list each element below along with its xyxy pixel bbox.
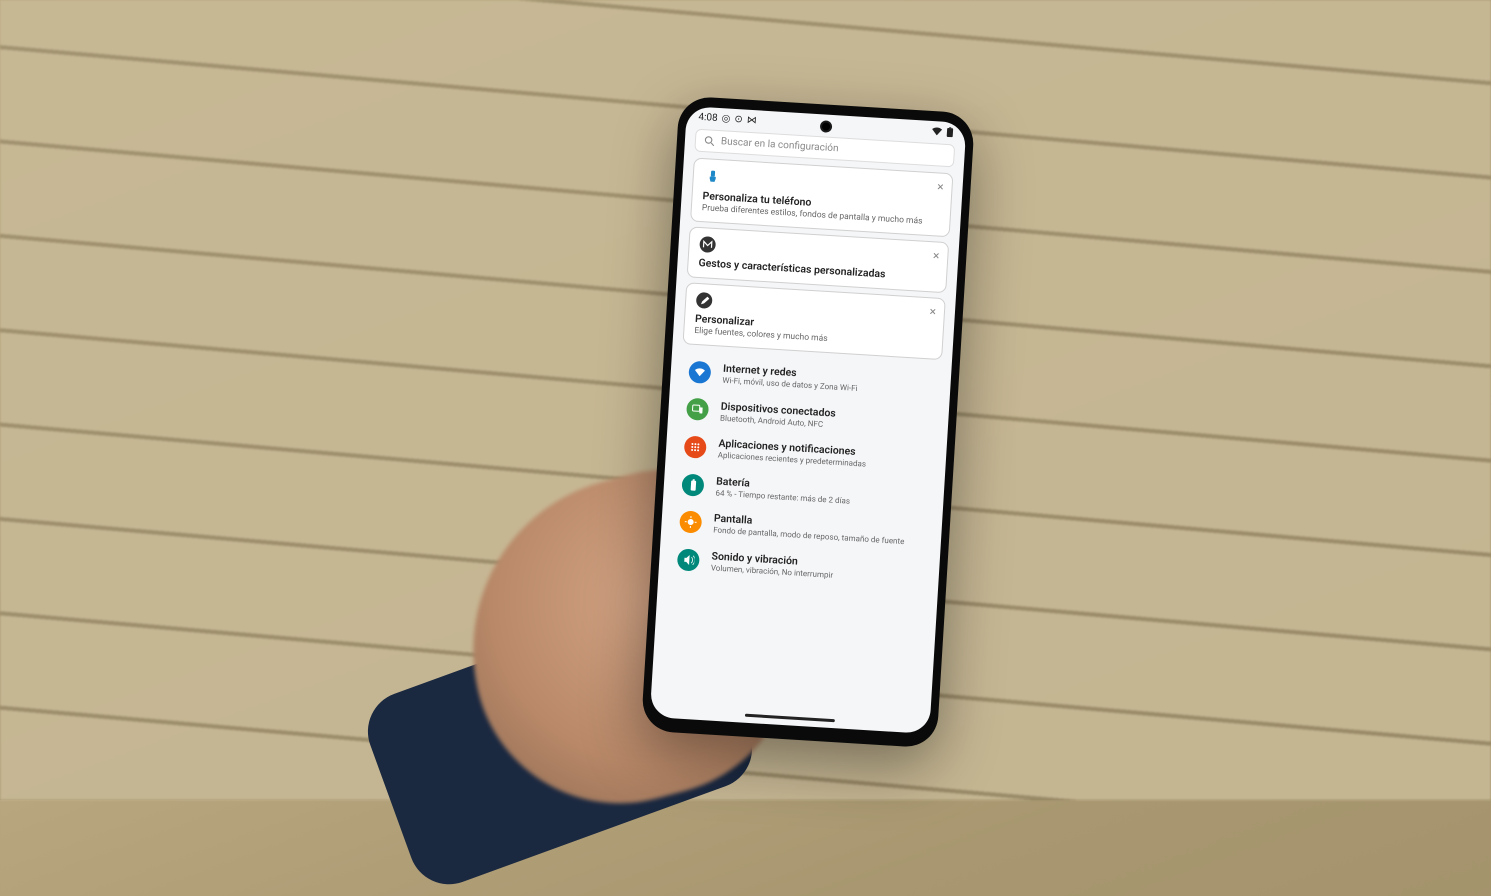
settings-list: Internet y redes Wi-Fi, móvil, uso de da… xyxy=(658,352,951,594)
status-time: 4:08 xyxy=(698,111,718,123)
promo-card-gestures[interactable]: × Gestos y características personalizada… xyxy=(687,226,950,293)
card-title: Gestos y características personalizadas xyxy=(698,256,936,284)
apps-icon xyxy=(684,435,707,458)
battery-icon xyxy=(681,473,704,496)
status-icon: ⋈ xyxy=(746,114,757,126)
moto-icon xyxy=(699,236,716,253)
wifi-icon xyxy=(688,360,711,383)
phone-screen: 4:08 ◎ ⊙ ⋈ Buscar en la configuración × xyxy=(650,106,967,734)
devices-icon xyxy=(686,398,709,421)
search-icon xyxy=(704,135,716,147)
wifi-icon xyxy=(932,127,942,136)
promo-card-personalize-phone[interactable]: × Personaliza tu teléfono Prueba diferen… xyxy=(690,158,953,238)
promo-card-customize[interactable]: × Personalizar Elige fuentes, colores y … xyxy=(683,282,946,360)
close-icon[interactable]: × xyxy=(933,248,940,262)
sound-icon xyxy=(677,548,700,571)
close-icon[interactable]: × xyxy=(937,179,944,193)
status-icon: ◎ xyxy=(721,113,730,125)
nav-pill[interactable] xyxy=(745,714,835,722)
status-icon: ⊙ xyxy=(734,113,743,124)
phone-frame: 4:08 ◎ ⊙ ⋈ Buscar en la configuración × xyxy=(641,96,975,749)
pencil-icon xyxy=(696,292,713,309)
brush-icon xyxy=(703,167,722,186)
search-placeholder: Buscar en la configuración xyxy=(721,136,839,154)
close-icon[interactable]: × xyxy=(929,304,936,318)
battery-icon xyxy=(946,127,955,137)
display-icon xyxy=(679,511,702,534)
